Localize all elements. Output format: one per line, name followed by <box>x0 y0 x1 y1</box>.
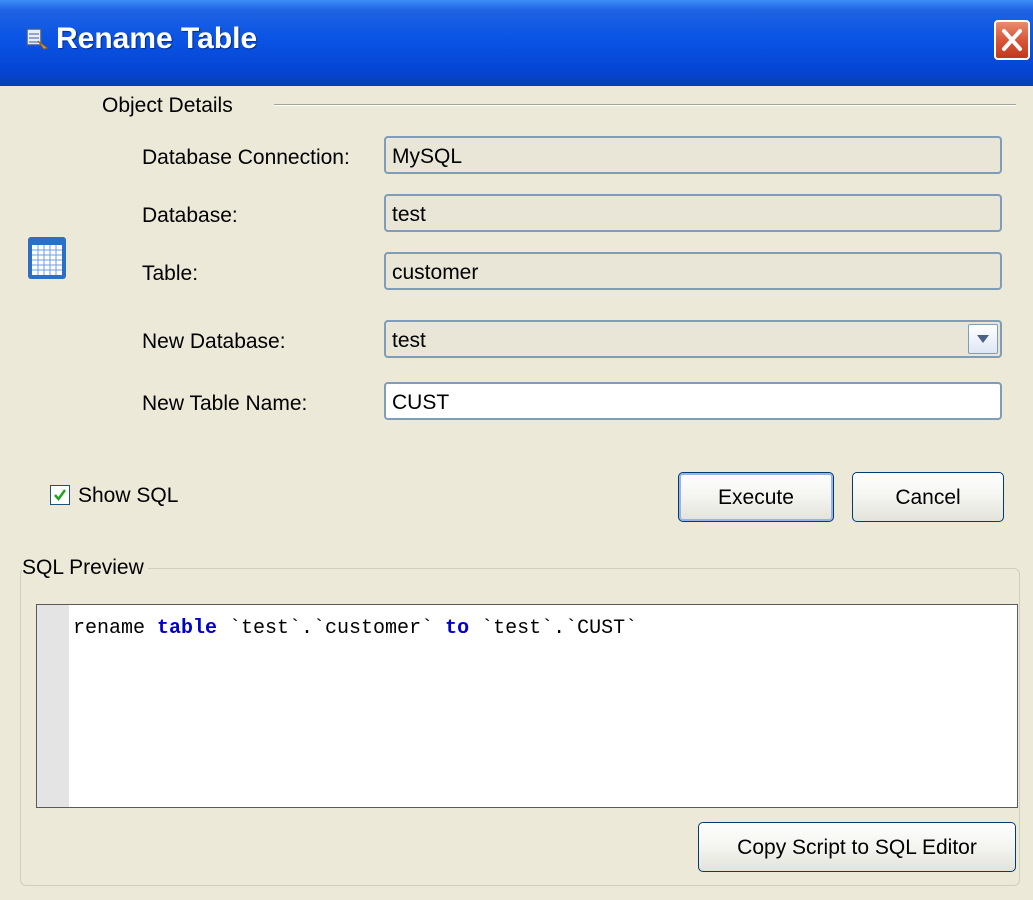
sql-code-line: rename table `test`.`customer` to `test`… <box>73 617 637 640</box>
object-details-heading: Object Details <box>102 94 233 117</box>
title-bar[interactable]: Rename Table <box>0 0 1033 86</box>
database-field: test <box>384 194 1002 232</box>
rename-table-dialog: Rename Table Object Details Database Con… <box>0 0 1033 900</box>
database-label: Database: <box>142 204 238 227</box>
show-sql-label[interactable]: Show SQL <box>78 484 178 508</box>
sql-preview-editor[interactable]: rename table `test`.`customer` to `test`… <box>36 604 1018 808</box>
new-table-name-label: New Table Name: <box>142 392 308 415</box>
window-title: Rename Table <box>56 22 258 55</box>
chevron-down-icon <box>977 335 989 343</box>
close-button[interactable] <box>994 20 1030 60</box>
table-label: Table: <box>142 262 199 285</box>
table-grid-icon <box>28 237 66 279</box>
section-divider <box>274 104 1016 106</box>
sql-keyword: to <box>445 617 470 640</box>
new-database-select[interactable]: test <box>384 320 1002 358</box>
sql-preview-heading: SQL Preview <box>22 556 148 580</box>
database-value: test <box>392 203 426 226</box>
new-table-name-input[interactable]: CUST <box>384 382 1002 420</box>
sql-token: `test`.`CUST` <box>469 617 638 640</box>
cancel-button[interactable]: Cancel <box>852 472 1004 522</box>
editor-gutter <box>37 605 69 807</box>
database-connection-label: Database Connection: <box>142 146 350 169</box>
copy-script-button[interactable]: Copy Script to SQL Editor <box>698 822 1016 872</box>
database-connection-field: MySQL <box>384 136 1002 174</box>
new-database-dropdown-button[interactable] <box>968 324 998 354</box>
table-value: customer <box>392 261 479 284</box>
close-icon <box>1002 29 1022 51</box>
checkmark-icon <box>54 489 67 502</box>
sql-token: rename <box>73 617 158 640</box>
show-sql-checkbox[interactable] <box>50 485 70 505</box>
new-database-value: test <box>392 329 426 352</box>
sql-token: `test`.`customer` <box>217 617 446 640</box>
execute-button[interactable]: Execute <box>678 472 834 522</box>
sql-keyword: table <box>157 617 218 640</box>
table-window-icon <box>26 28 48 50</box>
database-connection-value: MySQL <box>392 145 463 168</box>
new-table-name-value: CUST <box>392 391 450 414</box>
table-field: customer <box>384 252 1002 290</box>
new-database-label: New Database: <box>142 330 286 353</box>
